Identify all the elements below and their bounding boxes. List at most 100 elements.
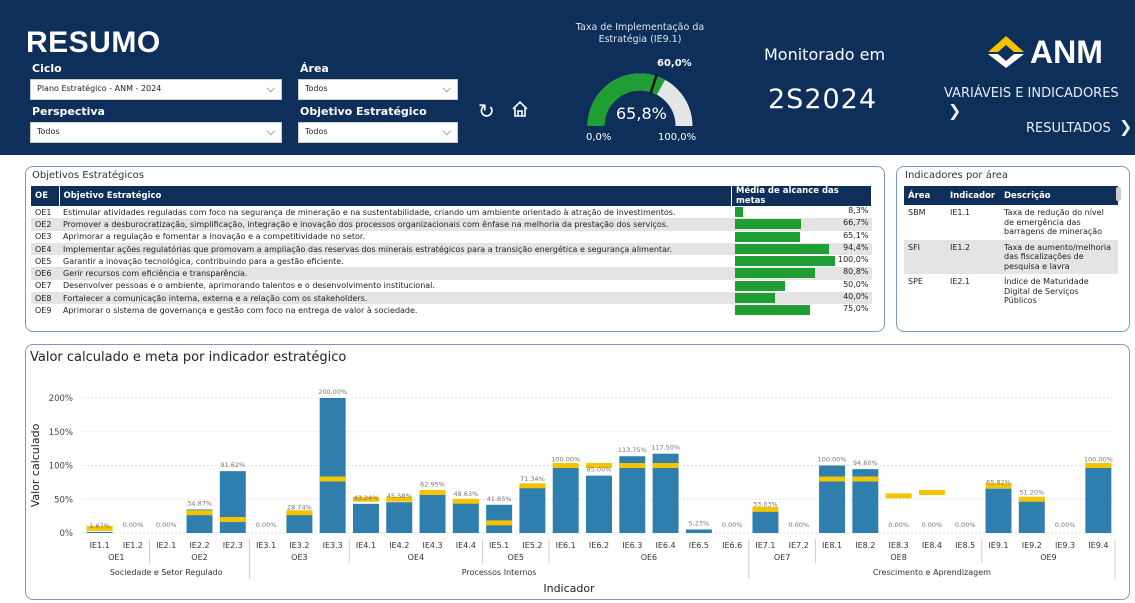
- objetivos-table: OE Objetivo Estratégico Média de alcance…: [31, 186, 872, 317]
- target-marker: [486, 520, 513, 526]
- x-tick-label: IE4.2: [389, 541, 409, 550]
- refresh-icon[interactable]: ↻: [478, 99, 495, 123]
- oe-description: Gerir recursos com eficiência e transpar…: [59, 267, 732, 280]
- table-row[interactable]: SPE IE2.1 Índice de Maturidade Digital de …: [904, 274, 1118, 309]
- ciclo-dropdown[interactable]: Plano Estratégico - ANM - 2024 ⌵: [30, 79, 282, 100]
- bar: [1085, 465, 1112, 533]
- objetivo-label: Objetivo Estratégico: [300, 105, 427, 118]
- table-row[interactable]: SFI IE1.2 Taxa de aumento/melhoria das fis…: [904, 239, 1118, 274]
- data-label: 100.00%: [818, 456, 847, 464]
- target-marker: [319, 476, 346, 482]
- media-cell: 40,0%: [731, 292, 872, 305]
- x-tick-label: IE6.2: [589, 541, 609, 550]
- media-value: 75,0%: [843, 304, 869, 314]
- col-area[interactable]: Área: [904, 186, 946, 205]
- y-axis-label: Valor calculado: [29, 423, 42, 507]
- target-marker: [519, 483, 546, 489]
- x-tick-label: IE9.4: [1088, 541, 1108, 550]
- group-label: OE9: [1040, 553, 1056, 562]
- chevron-down-icon: ⌵: [442, 125, 451, 138]
- x-tick-label: IE3.3: [323, 541, 343, 550]
- target-marker: [419, 490, 446, 495]
- data-label: 43.24%: [354, 494, 379, 502]
- chevron-down-icon: ⌵: [266, 125, 275, 138]
- target-marker: [186, 510, 213, 516]
- table-row[interactable]: OE2 Promover a desburocratização, simplif…: [31, 218, 872, 231]
- anm-logo-text: ANM: [1030, 34, 1103, 70]
- x-axis-label: Indicador: [543, 582, 595, 595]
- x-tick-label: IE1.1: [90, 541, 110, 550]
- data-label: 94.60%: [853, 459, 878, 467]
- media-bar: [734, 256, 835, 267]
- objetivos-panel: Objetivos Estratégicos OE Objetivo Estra…: [25, 166, 885, 332]
- bar: [685, 529, 712, 533]
- col-descricao[interactable]: Descrição: [1000, 186, 1118, 205]
- indicator-bar-chart: 0% 50% 100% 150% 200% Valor calculado 1.67% IE1…: [29, 388, 1116, 595]
- data-label: 33.03%: [753, 501, 778, 509]
- perspectiva-dropdown[interactable]: Todos ⌵: [30, 122, 282, 143]
- x-tick-label: IE8.2: [855, 541, 875, 550]
- data-label: 0.00%: [955, 521, 976, 529]
- indicador-code: IE1.2: [946, 239, 1000, 274]
- media-value: 100,0%: [837, 255, 869, 265]
- col-indicador[interactable]: Indicador: [946, 186, 1000, 205]
- area-value: Todos: [305, 84, 328, 93]
- gauge-min: 0,0%: [586, 132, 612, 143]
- y-tick-label: 0%: [60, 529, 74, 539]
- x-tick-label: IE3.2: [289, 541, 309, 550]
- table-row[interactable]: OE6 Gerir recursos com eficiência e trans…: [31, 267, 872, 280]
- x-tick-label: IE6.1: [556, 541, 576, 550]
- table-row[interactable]: OE9 Aprimorar o sistema de governança e g…: [31, 304, 872, 316]
- x-tick-label: IE7.1: [755, 541, 775, 550]
- x-tick-label: IE5.1: [489, 541, 509, 550]
- indicador-code: IE1.1: [950, 208, 971, 217]
- chevron-down-icon: ⌵: [266, 82, 275, 95]
- gauge-target-label: 60,0%: [657, 58, 692, 69]
- bar: [419, 490, 446, 533]
- media-bar: [734, 219, 802, 230]
- target-marker: [819, 476, 846, 482]
- indicador-description: Taxa de redução do nível de emergência d…: [1004, 208, 1104, 236]
- objetivo-dropdown[interactable]: Todos ⌵: [298, 122, 458, 143]
- y-tick-label: 150%: [49, 428, 73, 438]
- data-label: 117.50%: [651, 444, 680, 452]
- area-dropdown[interactable]: Todos ⌵: [298, 79, 458, 100]
- media-bar: [734, 293, 775, 304]
- oe-description: Estimular atividades reguladas com foco …: [63, 207, 676, 217]
- col-media: Média de alcance das metas: [731, 186, 872, 206]
- media-bar: [734, 231, 800, 242]
- data-label: 0.00%: [256, 521, 277, 529]
- data-label: 5.23%: [689, 519, 710, 527]
- media-cell: 75,0%: [732, 304, 872, 316]
- chevron-down-icon: ⌵: [442, 82, 451, 95]
- target-marker: [219, 517, 246, 522]
- ciclo-value: Plano Estratégico - ANM - 2024: [37, 84, 162, 93]
- data-label: 28.74%: [287, 504, 312, 512]
- resultados-link[interactable]: RESULTADOS ❯: [1026, 117, 1132, 136]
- table-row[interactable]: OE3 Aprimorar a regulação e fomentar a in…: [31, 231, 872, 243]
- table-row[interactable]: OE8 Fortalecer a comunicação interna, ext…: [31, 292, 872, 305]
- x-tick-label: IE6.6: [722, 541, 742, 550]
- table-row[interactable]: OE4 Implementar ações regulatórias que pr…: [31, 242, 872, 256]
- home-icon[interactable]: [510, 99, 530, 124]
- table-row[interactable]: OE7 Desenvolver pessoas e o ambiente, apr…: [31, 280, 872, 292]
- header-banner: RESUMO Ciclo Plano Estratégico - ANM - 2…: [0, 0, 1135, 155]
- oe-code: OE8: [31, 292, 59, 305]
- scrollbar[interactable]: [1116, 187, 1121, 201]
- perspectiva-label: Perspectiva: [32, 105, 105, 118]
- y-tick-label: 200%: [49, 394, 73, 404]
- group-label: OE8: [890, 553, 906, 562]
- x-tick-label: IE9.2: [1022, 541, 1042, 550]
- group-label: OE4: [408, 553, 424, 562]
- data-label: 85.00%: [587, 466, 612, 474]
- data-label: 91.62%: [220, 461, 245, 469]
- variaveis-link[interactable]: VARIÁVEIS E INDICADORES ❯: [944, 86, 1135, 120]
- table-row[interactable]: OE5 Garantir a inovação tecnológica, cont…: [31, 255, 872, 267]
- x-tick-label: IE6.3: [622, 541, 642, 550]
- oe-description: Garantir a inovação tecnológica, contrib…: [63, 256, 344, 266]
- perspectiva-value: Todos: [37, 127, 60, 136]
- table-row[interactable]: SBM IE1.1 Taxa de redução do nível de emer…: [904, 205, 1118, 240]
- table-row[interactable]: OE1 Estimular atividades reguladas com fo…: [31, 206, 872, 218]
- area-code: SPE: [908, 277, 923, 286]
- objetivo-value: Todos: [305, 127, 328, 136]
